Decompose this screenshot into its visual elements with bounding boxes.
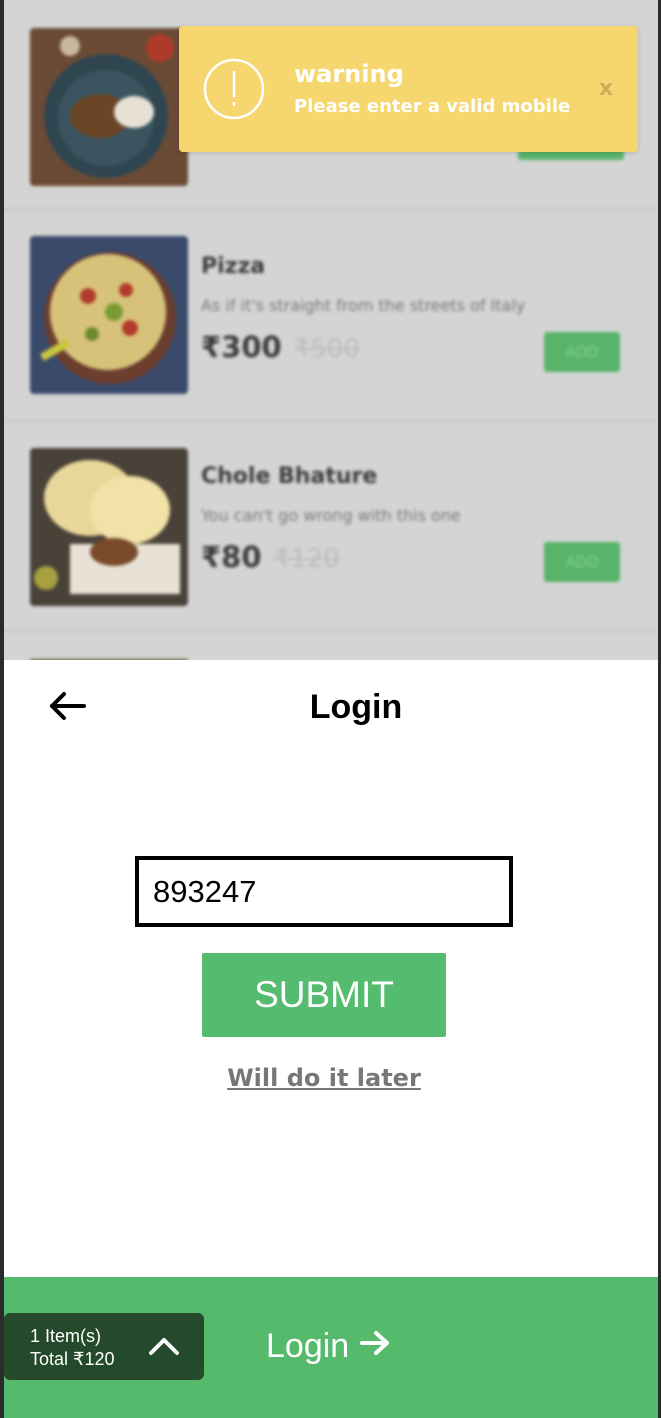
toast-title: warning bbox=[294, 60, 404, 88]
original-price: ₹500 bbox=[293, 334, 360, 364]
exclamation-circle-icon bbox=[203, 58, 265, 120]
bottom-bar: 1 Item(s) Total ₹120 Login bbox=[4, 1277, 658, 1418]
toast-close-button[interactable]: x bbox=[599, 76, 613, 101]
add-button[interactable]: ADD bbox=[544, 542, 620, 582]
food-image bbox=[30, 236, 188, 394]
cart-item-count: 1 Item(s) bbox=[30, 1326, 102, 1346]
cart-total: Total ₹120 bbox=[30, 1349, 115, 1369]
food-image bbox=[30, 28, 188, 186]
toast-message: Please enter a valid mobile bbox=[294, 96, 571, 117]
arrow-right-icon bbox=[359, 1327, 391, 1366]
list-item: Chole Bhature You can't go wrong with th… bbox=[4, 422, 658, 632]
item-price: ₹300 ₹500 bbox=[201, 330, 360, 364]
item-name: Chole Bhature bbox=[201, 464, 378, 489]
item-price: ₹80 ₹120 bbox=[201, 540, 340, 574]
item-description: You can't go wrong with this one bbox=[201, 506, 461, 525]
skip-login-link[interactable]: Will do it later bbox=[4, 1064, 644, 1092]
login-title: Login bbox=[309, 688, 403, 726]
food-image bbox=[30, 448, 188, 606]
login-sheet: Login SUBMIT Will do it later bbox=[4, 660, 658, 1277]
login-button[interactable]: Login bbox=[266, 1327, 391, 1366]
add-button[interactable]: ADD bbox=[544, 332, 620, 372]
original-price: ₹120 bbox=[273, 544, 340, 574]
cart-summary-button[interactable]: 1 Item(s) Total ₹120 bbox=[4, 1313, 204, 1380]
login-button-label: Login bbox=[266, 1327, 350, 1365]
submit-button[interactable]: SUBMIT bbox=[202, 953, 446, 1037]
current-price: ₹300 bbox=[201, 330, 282, 364]
current-price: ₹80 bbox=[201, 540, 262, 574]
list-item: Pizza As if it's straight from the stree… bbox=[4, 212, 658, 422]
chevron-up-icon bbox=[148, 1335, 180, 1357]
item-name: Pizza bbox=[201, 254, 266, 279]
warning-toast: warning Please enter a valid mobile x bbox=[179, 26, 638, 152]
item-description: As if it's straight from the streets of … bbox=[201, 296, 526, 315]
app-frame: Pizza As if it's straight from the stree… bbox=[4, 0, 658, 1418]
mobile-input[interactable] bbox=[135, 856, 513, 927]
